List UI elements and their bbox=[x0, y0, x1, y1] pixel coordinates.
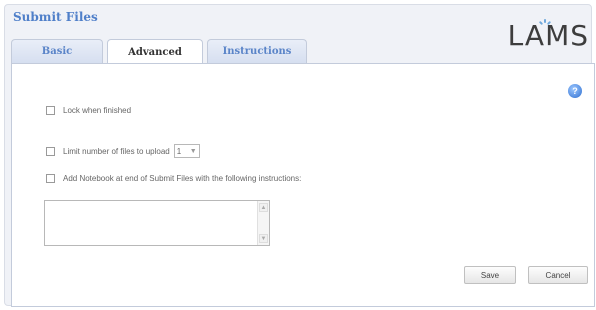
notebook-instructions-textarea[interactable]: ▲ ▼ bbox=[44, 200, 270, 246]
tab-instructions[interactable]: Instructions bbox=[207, 39, 307, 63]
notebook-option: Add Notebook at end of Submit Files with… bbox=[46, 174, 301, 183]
help-icon[interactable]: ? bbox=[568, 84, 582, 98]
save-button[interactable]: Save bbox=[464, 266, 516, 284]
lock-label: Lock when finished bbox=[63, 106, 132, 115]
tab-advanced[interactable]: Advanced bbox=[107, 39, 203, 64]
scroll-up-icon[interactable]: ▲ bbox=[259, 203, 268, 212]
limit-select[interactable]: 1 ▼ bbox=[173, 144, 200, 158]
limit-select-value: 1 bbox=[176, 146, 182, 156]
lock-checkbox[interactable] bbox=[46, 106, 55, 115]
notebook-checkbox[interactable] bbox=[46, 174, 55, 183]
chevron-down-icon: ▼ bbox=[189, 147, 197, 155]
advanced-panel: ? Lock when finished Limit number of fil… bbox=[11, 63, 595, 307]
cancel-button[interactable]: Cancel bbox=[528, 266, 588, 284]
tab-basic[interactable]: Basic bbox=[11, 39, 103, 63]
lock-option: Lock when finished bbox=[46, 106, 131, 115]
tab-bar: Basic Advanced Instructions bbox=[11, 39, 307, 64]
limit-label: Limit number of files to upload bbox=[63, 146, 170, 156]
limit-checkbox[interactable] bbox=[46, 146, 55, 156]
notebook-label: Add Notebook at end of Submit Files with… bbox=[63, 174, 302, 183]
textarea-scrollbar[interactable]: ▲ ▼ bbox=[257, 201, 269, 245]
lams-logo: LAMS bbox=[499, 19, 589, 55]
logo-text: LAMS bbox=[507, 19, 589, 52]
page-title: Submit Files bbox=[13, 10, 98, 24]
scroll-down-icon[interactable]: ▼ bbox=[259, 234, 268, 243]
limit-option: Limit number of files to upload 1 ▼ bbox=[46, 144, 200, 158]
window-frame: Submit Files LAMS Basic Advanced Instruc… bbox=[4, 4, 595, 307]
